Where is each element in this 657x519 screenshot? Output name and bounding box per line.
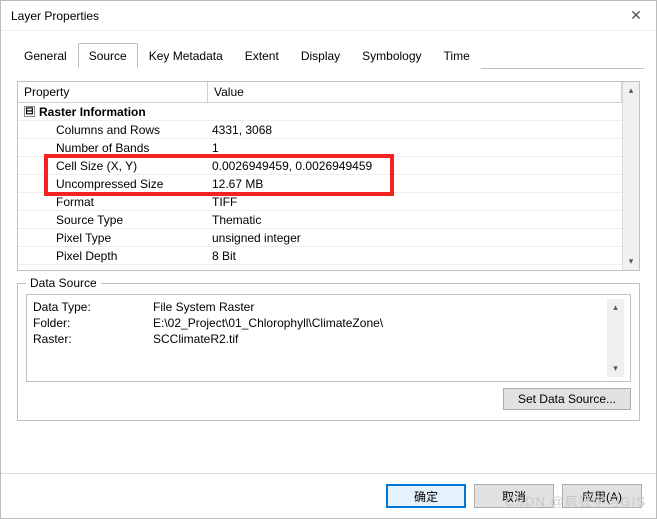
ds-value: E:\02_Project\01_Chlorophyll\ClimateZone… bbox=[153, 315, 383, 331]
window-title: Layer Properties bbox=[11, 9, 99, 23]
prop-value: 12.67 MB bbox=[208, 177, 622, 191]
ds-row-folder: Folder: E:\02_Project\01_Chlorophyll\Cli… bbox=[33, 315, 607, 331]
ds-row-raster: Raster: SCClimateR2.tif bbox=[33, 331, 607, 347]
row-pixel-type[interactable]: Pixel Type unsigned integer bbox=[18, 229, 622, 247]
tab-time[interactable]: Time bbox=[433, 43, 481, 69]
tab-extent[interactable]: Extent bbox=[234, 43, 290, 69]
prop-label: Columns and Rows bbox=[18, 123, 208, 137]
ds-scrollbar[interactable]: ▴ ▾ bbox=[607, 299, 624, 377]
tab-strip: General Source Key Metadata Extent Displ… bbox=[1, 31, 656, 69]
row-format[interactable]: Format TIFF bbox=[18, 193, 622, 211]
tab-content: Property Value ⊟ Raster Information Colu… bbox=[1, 69, 656, 473]
group-raster-info[interactable]: ⊟ Raster Information bbox=[18, 103, 622, 121]
close-icon: ✕ bbox=[630, 7, 642, 24]
row-cell-size[interactable]: Cell Size (X, Y) 0.0026949459, 0.0026949… bbox=[18, 157, 622, 175]
group-label: Raster Information bbox=[39, 105, 146, 119]
tab-source[interactable]: Source bbox=[78, 43, 138, 69]
set-data-source-button[interactable]: Set Data Source... bbox=[503, 388, 631, 410]
apply-button[interactable]: 应用(A) bbox=[562, 484, 642, 508]
cancel-button[interactable]: 取消 bbox=[474, 484, 554, 508]
tab-key-metadata[interactable]: Key Metadata bbox=[138, 43, 234, 69]
titlebar: Layer Properties ✕ bbox=[1, 1, 656, 31]
prop-value: 0.0026949459, 0.0026949459 bbox=[208, 159, 622, 173]
collapse-icon[interactable]: ⊟ bbox=[24, 106, 35, 117]
data-source-body: Data Type: File System Raster Folder: E:… bbox=[33, 299, 607, 377]
column-property[interactable]: Property bbox=[18, 82, 208, 102]
prop-label: Uncompressed Size bbox=[18, 177, 208, 191]
data-source-box: Data Type: File System Raster Folder: E:… bbox=[26, 294, 631, 382]
row-uncompressed[interactable]: Uncompressed Size 12.67 MB bbox=[18, 175, 622, 193]
scroll-down-icon[interactable]: ▾ bbox=[607, 360, 624, 377]
data-source-legend: Data Source bbox=[26, 276, 101, 290]
scroll-up-icon[interactable]: ▴ bbox=[607, 299, 624, 316]
column-value[interactable]: Value bbox=[208, 82, 622, 102]
ds-label: Data Type: bbox=[33, 299, 153, 315]
row-source-type[interactable]: Source Type Thematic bbox=[18, 211, 622, 229]
prop-value: TIFF bbox=[208, 195, 622, 209]
prop-label: Pixel Type bbox=[18, 231, 208, 245]
header-row: Property Value bbox=[18, 82, 622, 103]
row-pixel-depth[interactable]: Pixel Depth 8 Bit bbox=[18, 247, 622, 265]
property-list-body: Property Value ⊟ Raster Information Colu… bbox=[18, 82, 622, 270]
prop-label: Format bbox=[18, 195, 208, 209]
tab-general[interactable]: General bbox=[13, 43, 78, 69]
ds-value: File System Raster bbox=[153, 299, 254, 315]
prop-label: Cell Size (X, Y) bbox=[18, 159, 208, 173]
ok-button[interactable]: 确定 bbox=[386, 484, 466, 508]
ds-row-datatype: Data Type: File System Raster bbox=[33, 299, 607, 315]
property-list: Property Value ⊟ Raster Information Colu… bbox=[17, 81, 640, 271]
ds-value: SCClimateR2.tif bbox=[153, 331, 238, 347]
prop-value: 4331, 3068 bbox=[208, 123, 622, 137]
prop-value: unsigned integer bbox=[208, 231, 622, 245]
row-bands[interactable]: Number of Bands 1 bbox=[18, 139, 622, 157]
row-columns-rows[interactable]: Columns and Rows 4331, 3068 bbox=[18, 121, 622, 139]
prop-label: Number of Bands bbox=[18, 141, 208, 155]
prop-label: Source Type bbox=[18, 213, 208, 227]
scroll-down-icon[interactable]: ▾ bbox=[623, 253, 639, 270]
scroll-up-icon[interactable]: ▴ bbox=[623, 82, 639, 99]
prop-value: 1 bbox=[208, 141, 622, 155]
ds-label: Raster: bbox=[33, 331, 153, 347]
vertical-scrollbar[interactable]: ▴ ▾ bbox=[622, 82, 639, 270]
prop-value: 8 Bit bbox=[208, 249, 622, 263]
prop-label: Pixel Depth bbox=[18, 249, 208, 263]
data-source-actions: Set Data Source... bbox=[26, 388, 631, 410]
data-source-group: Data Source Data Type: File System Raste… bbox=[17, 283, 640, 421]
prop-value: Thematic bbox=[208, 213, 622, 227]
button-bar: 确定 取消 应用(A) CSDN @疯狂学习GIS bbox=[1, 473, 656, 518]
close-button[interactable]: ✕ bbox=[616, 1, 656, 31]
tab-display[interactable]: Display bbox=[290, 43, 351, 69]
dialog: Layer Properties ✕ General Source Key Me… bbox=[0, 0, 657, 519]
tab-symbology[interactable]: Symbology bbox=[351, 43, 432, 69]
ds-label: Folder: bbox=[33, 315, 153, 331]
